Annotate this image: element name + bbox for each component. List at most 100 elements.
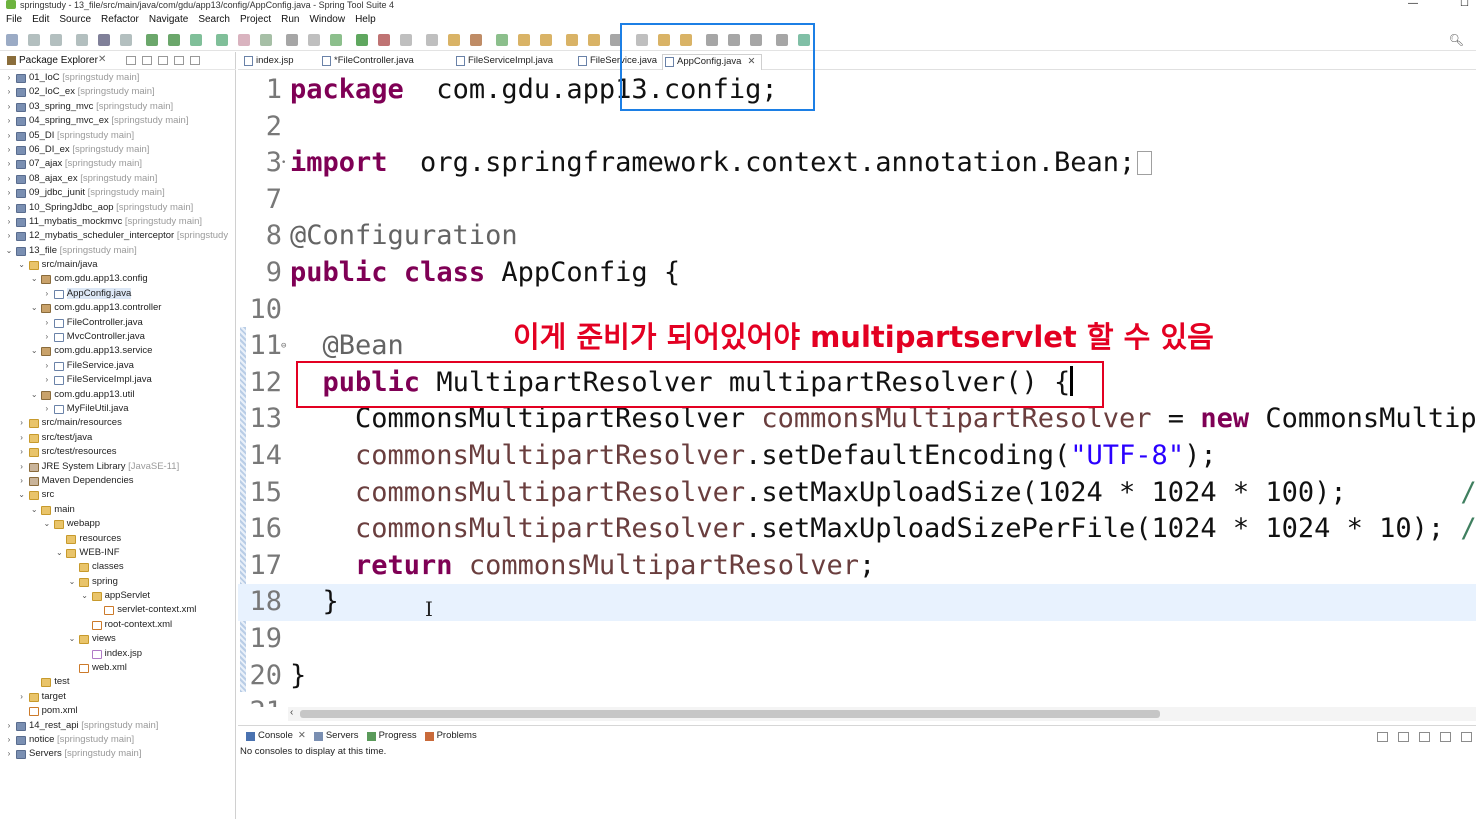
chevron-right-icon[interactable]: › — [4, 85, 14, 99]
tree-item[interactable]: ⌄ spring — [0, 575, 236, 589]
toolbar-icon-3[interactable] — [76, 34, 88, 46]
chevron-right-icon[interactable]: › — [4, 719, 14, 733]
display-console-icon[interactable] — [1398, 732, 1409, 742]
chevron-down-icon[interactable]: ⌄ — [29, 344, 39, 358]
tree-item[interactable]: › Servers [springstudy main] — [0, 747, 236, 761]
package-explorer-title[interactable]: Package Explorer — [19, 55, 98, 66]
code-line[interactable]: 20} — [238, 658, 1476, 695]
tree-item[interactable]: ⌄ com.gdu.app13.config — [0, 272, 236, 286]
code-line[interactable]: 17 return commonsMultipartResolver; — [238, 548, 1476, 585]
tree-item[interactable]: › 11_mybatis_mockmvc [springstudy main] — [0, 215, 236, 229]
editor-horizontal-scrollbar[interactable]: ‹ — [288, 707, 1476, 721]
close-icon[interactable]: ✕ — [98, 54, 106, 65]
chevron-right-icon[interactable]: › — [4, 229, 14, 243]
chevron-right-icon[interactable]: › — [4, 215, 14, 229]
tree-item[interactable]: › AppConfig.java — [0, 287, 236, 301]
toolbar-icon-1[interactable] — [28, 34, 40, 46]
toolbar-icon-5[interactable] — [120, 34, 132, 46]
tab-filecontrollerjava[interactable]: *FileController.java — [320, 54, 414, 70]
minimize-icon[interactable] — [174, 56, 184, 65]
tree-item[interactable]: ⌄ com.gdu.app13.util — [0, 388, 236, 402]
chevron-right-icon[interactable]: › — [4, 201, 14, 215]
link-editor-icon[interactable] — [142, 56, 152, 65]
toolbar-icon-25[interactable] — [588, 34, 600, 46]
chevron-right-icon[interactable]: › — [42, 330, 52, 344]
scrollbar-thumb[interactable] — [300, 710, 1160, 718]
tab-indexjsp[interactable]: index.jsp — [242, 54, 294, 70]
tree-item[interactable]: ⌄ main — [0, 503, 236, 517]
tree-item[interactable]: › FileService.java — [0, 359, 236, 373]
tree-item[interactable]: pom.xml — [0, 704, 236, 718]
chevron-right-icon[interactable]: › — [42, 402, 52, 416]
collapse-all-icon[interactable] — [126, 56, 136, 65]
tree-item[interactable]: › FileController.java — [0, 316, 236, 330]
tree-item[interactable]: › 04_spring_mvc_ex [springstudy main] — [0, 114, 236, 128]
toolbar-icon-17[interactable] — [400, 34, 412, 46]
tree-item[interactable]: › 03_spring_mvc [springstudy main] — [0, 100, 236, 114]
minimize-icon[interactable] — [1440, 732, 1451, 742]
menu-window[interactable]: Window — [304, 12, 350, 28]
tree-item[interactable]: ⌄ appServlet — [0, 589, 236, 603]
chevron-right-icon[interactable]: › — [17, 416, 27, 430]
code-line[interactable]: 18 } — [238, 584, 1476, 621]
toolbar-icon-10[interactable] — [238, 34, 250, 46]
tab-progress[interactable]: Progress — [365, 728, 417, 744]
tree-item[interactable]: ⌄ com.gdu.app13.service — [0, 344, 236, 358]
chevron-down-icon[interactable]: ⌄ — [42, 517, 52, 531]
tree-item[interactable]: ⌄ 13_file [springstudy main] — [0, 244, 236, 258]
toolbar-icon-11[interactable] — [260, 34, 272, 46]
tab-console[interactable]: Console ✕ — [244, 728, 306, 744]
tree-item[interactable]: › MyFileUtil.java — [0, 402, 236, 416]
chevron-down-icon[interactable]: ⌄ — [17, 258, 27, 272]
tree-item[interactable]: › src/test/resources — [0, 445, 236, 459]
chevron-right-icon[interactable]: › — [17, 431, 27, 445]
code-line[interactable]: 16 commonsMultipartResolver.setMaxUpload… — [238, 511, 1476, 548]
fold-marker-icon[interactable]: ⊖ — [281, 328, 286, 364]
tree-item[interactable]: › 05_DI [springstudy main] — [0, 129, 236, 143]
menu-run[interactable]: Run — [276, 12, 304, 28]
tree-item[interactable]: › MvcController.java — [0, 330, 236, 344]
tree-item[interactable]: resources — [0, 532, 236, 546]
tree-item[interactable]: servlet-context.xml — [0, 603, 236, 617]
menu-project[interactable]: Project — [235, 12, 276, 28]
code-line[interactable]: 21 — [238, 694, 1476, 707]
chevron-down-icon[interactable]: ⌄ — [54, 546, 64, 560]
tree-item[interactable]: ⌄ WEB-INF — [0, 546, 236, 560]
tree-item[interactable]: root-context.xml — [0, 618, 236, 632]
toolbar-icon-12[interactable] — [286, 34, 298, 46]
collapsed-imports-icon[interactable] — [1137, 151, 1153, 176]
toolbar-icon-7[interactable] — [168, 34, 180, 46]
chevron-down-icon[interactable]: ⌄ — [29, 503, 39, 517]
chevron-right-icon[interactable]: › — [4, 747, 14, 761]
toolbar-icon-6[interactable] — [146, 34, 158, 46]
maximize-button[interactable]: ☐ — [1460, 0, 1469, 9]
code-line[interactable]: 8 @Configuration — [238, 218, 1476, 255]
tree-item[interactable]: ⌄ src — [0, 488, 236, 502]
tab-fileserviceimpljava[interactable]: FileServiceImpl.java — [454, 54, 553, 70]
toolbar-icon-23[interactable] — [540, 34, 552, 46]
tree-item[interactable]: ⌄ src/main/java — [0, 258, 236, 272]
chevron-right-icon[interactable]: › — [17, 474, 27, 488]
chevron-right-icon[interactable]: › — [17, 460, 27, 474]
chevron-right-icon[interactable]: › — [42, 316, 52, 330]
menu-refactor[interactable]: Refactor — [96, 12, 144, 28]
code-line[interactable]: 15 commonsMultipartResolver.setMaxUpload… — [238, 475, 1476, 512]
chevron-down-icon[interactable]: ⌄ — [17, 488, 27, 502]
toolbar-icon-2[interactable] — [50, 34, 62, 46]
chevron-right-icon[interactable]: › — [4, 129, 14, 143]
tree-item[interactable]: › 14_rest_api [springstudy main] — [0, 719, 236, 733]
chevron-right-icon[interactable]: › — [17, 445, 27, 459]
tree-item[interactable]: web.xml — [0, 661, 236, 675]
chevron-right-icon[interactable]: › — [4, 733, 14, 747]
toolbar-icon-14[interactable] — [330, 34, 342, 46]
code-line[interactable]: 2 — [238, 109, 1476, 146]
menu-file[interactable]: File — [0, 12, 27, 28]
chevron-right-icon[interactable]: › — [42, 287, 52, 301]
chevron-down-icon[interactable]: ⌄ — [4, 244, 14, 258]
toolbar-icon-22[interactable] — [518, 34, 530, 46]
tree-item[interactable]: test — [0, 675, 236, 689]
tree-item[interactable]: › 10_SpringJdbc_aop [springstudy main] — [0, 201, 236, 215]
menu-edit[interactable]: Edit — [27, 12, 54, 28]
close-icon[interactable]: ✕ — [298, 730, 306, 741]
tree-item[interactable]: › 06_DI_ex [springstudy main] — [0, 143, 236, 157]
